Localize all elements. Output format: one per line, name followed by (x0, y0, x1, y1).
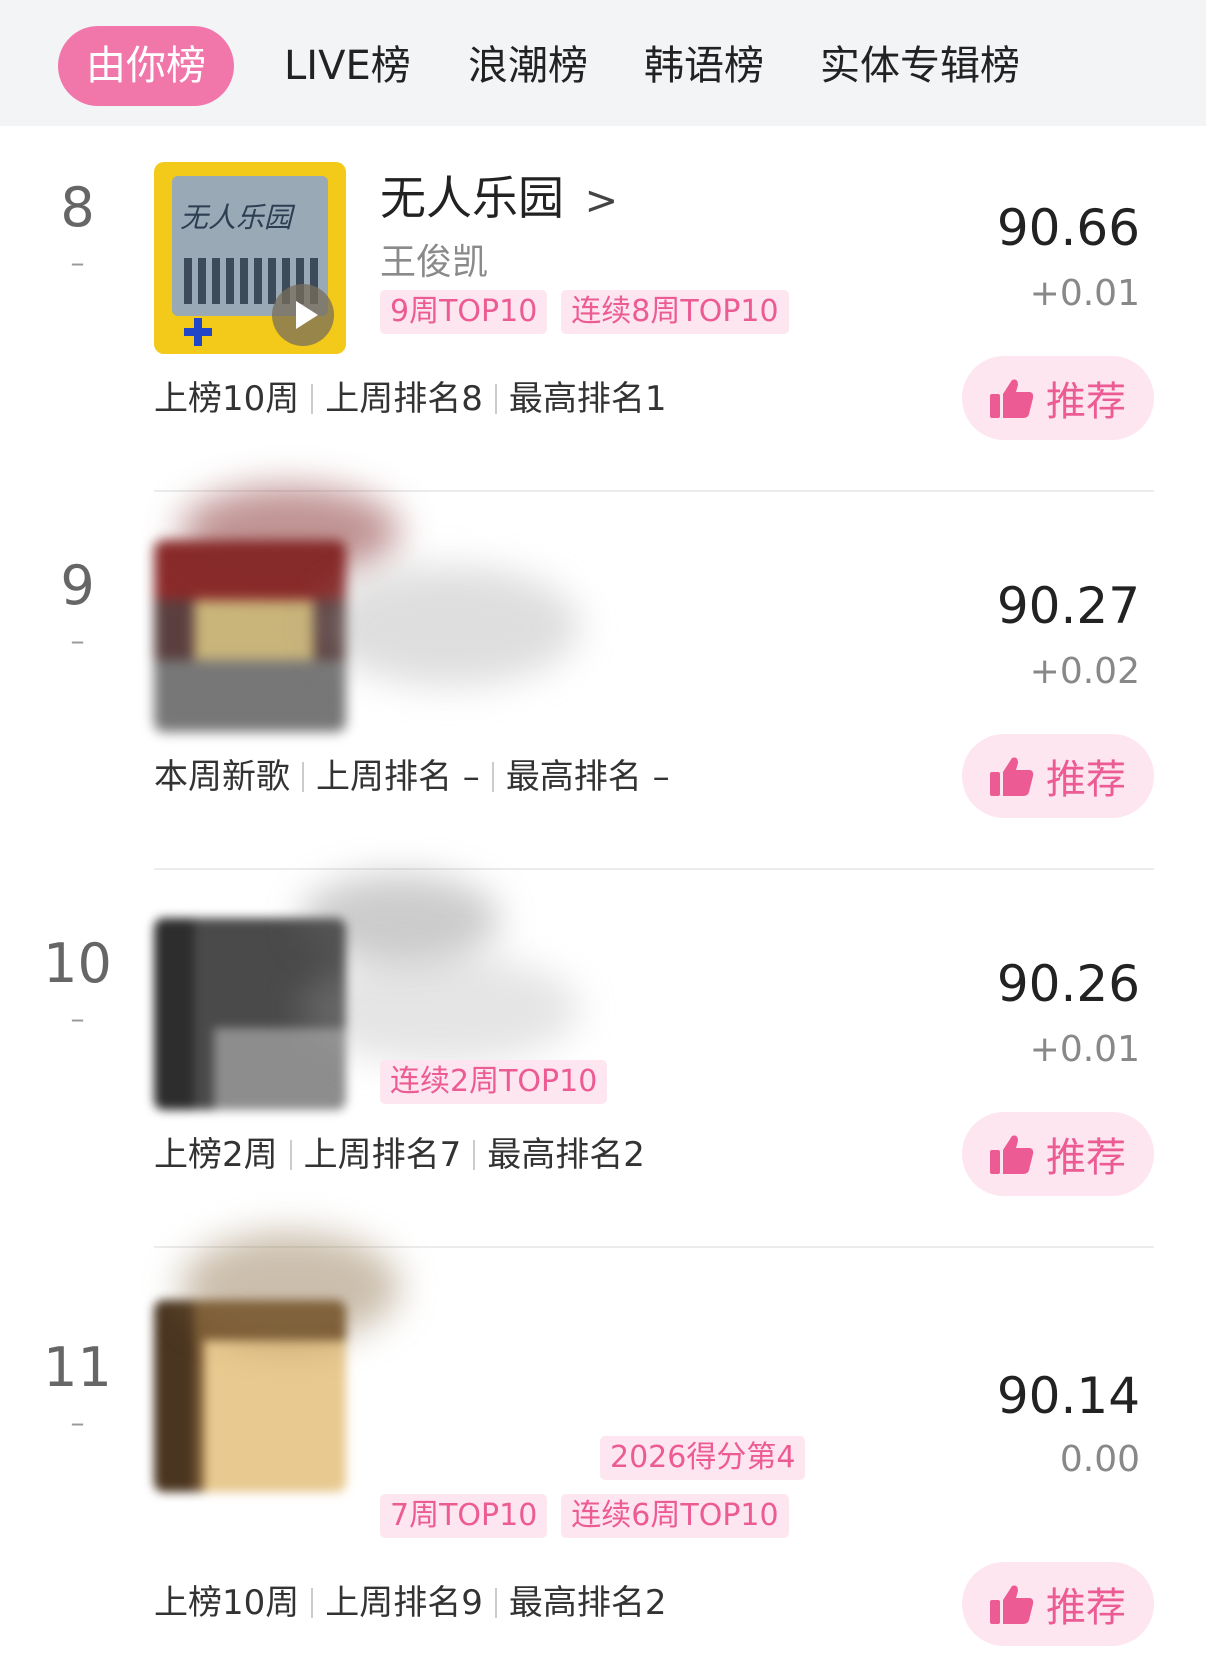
rank-number: 8 (60, 176, 95, 239)
album-cover[interactable]: 无人乐园 (154, 162, 346, 354)
peak-rank: 最高排名1 (508, 379, 667, 419)
thumbs-up-icon (990, 1585, 1034, 1624)
chart-badge: 连续8周TOP10 (561, 290, 789, 334)
score-value: 90.27 (996, 577, 1140, 635)
chart-row[interactable]: 8 – 无人乐园 无人乐园 > 王俊凯 9周TOP10 连续8周TOP10 90… (0, 128, 1206, 506)
score-value: 90.26 (996, 955, 1140, 1013)
chart-row[interactable]: 11 – 2026得分第4 7周TOP10 连续6周TOP10 90.14 0.… (0, 1232, 1206, 1668)
stat-divider (494, 384, 497, 414)
rank-number: 11 (43, 1336, 112, 1399)
thumbs-up-icon (990, 379, 1034, 418)
peak-rank: 最高排名2 (508, 1583, 667, 1623)
last-week-rank: 上周排名9 (325, 1583, 483, 1623)
chart-row[interactable]: 10 – 连续2周TOP10 90.26 +0.01 上榜2周 上周排名7 最高… (0, 874, 1206, 1262)
weeks-on-chart: 上榜2周 (154, 1135, 278, 1175)
blur-smudge (300, 954, 580, 1064)
recommend-button[interactable]: 推荐 (962, 1112, 1154, 1196)
tab-live-chart[interactable]: LIVE榜 (284, 26, 411, 106)
badge-list: 9周TOP10 连续8周TOP10 (380, 290, 789, 334)
rank-number: 10 (43, 932, 112, 995)
stat-divider (491, 762, 494, 792)
tab-physical-album-chart[interactable]: 实体专辑榜 (820, 26, 1020, 106)
badge-list: 连续2周TOP10 (380, 1060, 608, 1104)
weeks-on-chart: 本周新歌 (154, 757, 290, 797)
chart-badge: 连续2周TOP10 (380, 1060, 608, 1104)
artist-name[interactable]: 王俊凯 (380, 238, 488, 288)
blur-smudge (300, 874, 500, 964)
badge-list: 7周TOP10 连续6周TOP10 (380, 1494, 789, 1538)
score-value: 90.66 (996, 199, 1140, 257)
blur-smudge (320, 566, 580, 686)
rank-change: – (70, 1002, 85, 1035)
badge-list: 2026得分第4 (600, 1436, 806, 1480)
tab-youni-chart[interactable]: 由你榜 (58, 26, 234, 106)
chart-row[interactable]: 9 – 90.27 +0.02 本周新歌 上周排名 – 最高排名 – 推荐 (0, 486, 1206, 884)
chart-stats: 上榜10周 上周排名8 最高排名1 (154, 374, 667, 424)
thumbs-up-icon (990, 757, 1034, 796)
last-week-rank: 上周排名8 (325, 379, 483, 419)
recommend-button[interactable]: 推荐 (962, 1562, 1154, 1646)
stat-divider (473, 1140, 476, 1170)
stat-divider (289, 1140, 292, 1170)
stat-divider (302, 762, 304, 792)
song-title-text: 无人乐园 (380, 171, 564, 225)
stat-divider (494, 1588, 497, 1618)
play-icon[interactable] (272, 284, 334, 346)
chart-badge: 9周TOP10 (380, 290, 548, 334)
blur-smudge (180, 486, 400, 576)
last-week-rank: 上周排名 – (316, 757, 480, 797)
recommend-button[interactable]: 推荐 (962, 734, 1154, 818)
blur-smudge (180, 1232, 400, 1342)
rank-change: – (70, 246, 85, 279)
row-divider (154, 868, 1154, 870)
score-value: 90.14 (996, 1367, 1140, 1425)
plus-logo-icon (184, 318, 212, 346)
recommend-label: 推荐 (1046, 757, 1126, 803)
cover-title-text: 无人乐园 (180, 201, 293, 234)
peak-rank: 最高排名 – (505, 757, 670, 797)
last-week-rank: 上周排名7 (303, 1135, 462, 1175)
chart-tab-bar: 由你榜 LIVE榜 浪潮榜 韩语榜 实体专辑榜 (0, 0, 1206, 126)
score-delta: +0.01 (1029, 273, 1140, 314)
weeks-on-chart: 上榜10周 (154, 379, 300, 419)
recommend-button[interactable]: 推荐 (962, 356, 1154, 440)
chart-badge: 7周TOP10 (380, 1494, 548, 1538)
weeks-on-chart: 上榜10周 (154, 1583, 300, 1623)
chart-stats: 上榜2周 上周排名7 最高排名2 (154, 1130, 645, 1180)
score-delta: +0.01 (1029, 1029, 1140, 1070)
peak-rank: 最高排名2 (487, 1135, 645, 1175)
stat-divider (311, 1588, 314, 1618)
recommend-label: 推荐 (1046, 1135, 1126, 1181)
score-delta: 0.00 (1059, 1439, 1140, 1480)
tab-wave-chart[interactable]: 浪潮榜 (468, 26, 588, 106)
chevron-right-icon: > (584, 178, 619, 224)
rank-change: – (70, 1406, 85, 1439)
rank-change: – (70, 624, 85, 657)
recommend-label: 推荐 (1046, 379, 1126, 425)
chart-badge: 连续6周TOP10 (561, 1494, 789, 1538)
recommend-label: 推荐 (1046, 1585, 1126, 1631)
tab-korean-chart[interactable]: 韩语榜 (644, 26, 764, 106)
chart-stats: 本周新歌 上周排名 – 最高排名 – (154, 752, 670, 802)
score-delta: +0.02 (1029, 651, 1140, 692)
chart-stats: 上榜10周 上周排名9 最高排名2 (154, 1578, 667, 1628)
song-title[interactable]: 无人乐园 > (380, 168, 618, 231)
thumbs-up-icon (990, 1135, 1034, 1174)
rank-number: 9 (60, 554, 95, 617)
chart-badge: 2026得分第4 (600, 1436, 806, 1480)
stat-divider (311, 384, 314, 414)
